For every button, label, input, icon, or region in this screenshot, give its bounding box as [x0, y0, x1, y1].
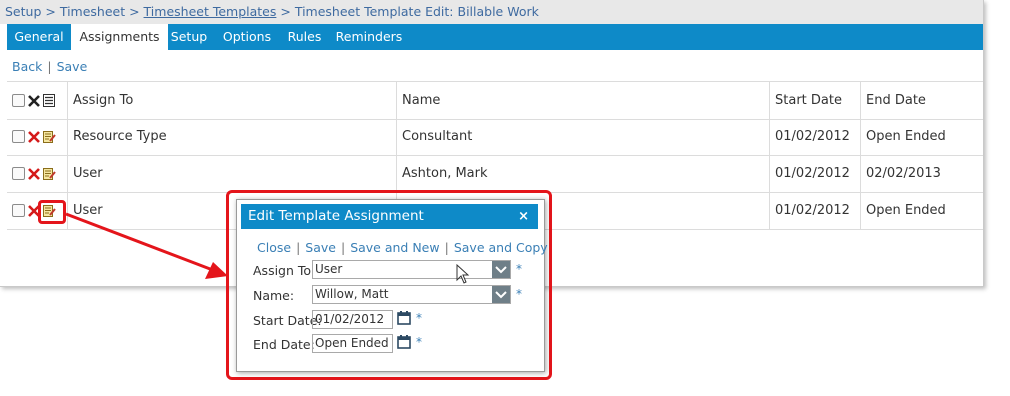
edit-assignment-dialog: Edit Template Assignment × Close | Save | Sa… — [236, 199, 548, 372]
calendar-icon[interactable] — [397, 311, 411, 325]
end-date-input[interactable]: Open Ended — [312, 334, 393, 353]
close-icon[interactable]: × — [518, 204, 529, 229]
start-date-input[interactable]: 01/02/2012 — [312, 310, 393, 329]
calendar-icon[interactable] — [397, 335, 411, 349]
required-marker: * — [516, 262, 522, 276]
required-marker: * — [416, 335, 422, 349]
mouse-cursor-icon — [456, 264, 470, 284]
chevron-down-icon[interactable] — [492, 261, 510, 278]
dialog-actions: Close | Save | Save and New | Save and Copy — [257, 240, 548, 255]
action-separator: | — [296, 240, 301, 255]
name-value: Willow, Matt — [315, 287, 389, 301]
save-link[interactable]: Save — [305, 240, 336, 255]
save-and-new-link[interactable]: Save and New — [350, 240, 439, 255]
action-separator: | — [340, 240, 346, 255]
dialog-header: Edit Template Assignment × — [241, 204, 538, 229]
assign-to-label: Assign To: — [253, 263, 316, 278]
required-marker: * — [416, 311, 422, 325]
assign-to-value: User — [315, 262, 343, 276]
action-separator: | — [444, 240, 449, 255]
chevron-down-icon[interactable] — [492, 286, 510, 303]
assign-to-select[interactable]: User — [312, 260, 511, 279]
required-marker: * — [516, 287, 522, 301]
end-date-label: End Date: — [253, 337, 315, 352]
name-select[interactable]: Willow, Matt — [312, 285, 511, 304]
close-link[interactable]: Close — [257, 240, 291, 255]
name-label: Name: — [253, 288, 295, 303]
dialog-title: Edit Template Assignment — [248, 208, 424, 224]
save-and-copy-link[interactable]: Save and Copy — [454, 240, 548, 255]
